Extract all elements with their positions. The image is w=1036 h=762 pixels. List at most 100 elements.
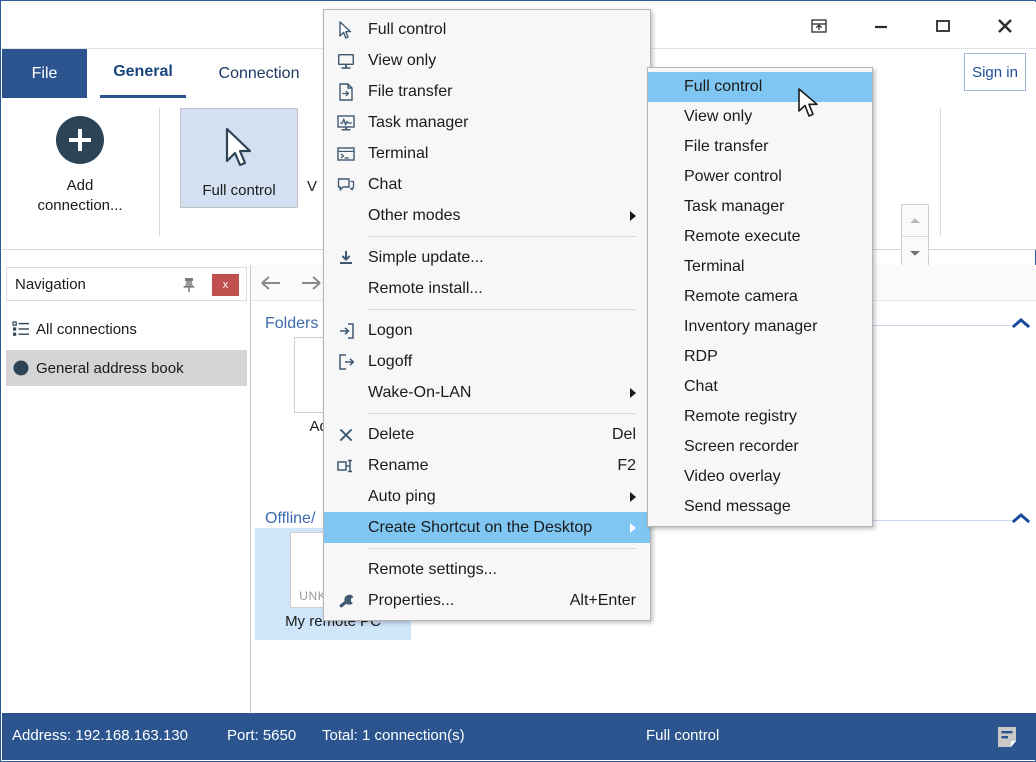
submenu-item-video-overlay-label: Video overlay: [684, 468, 781, 485]
menu-item-task-manager[interactable]: Task manager: [324, 107, 650, 138]
context-menu: Full control View only File transfer Tas…: [323, 9, 651, 621]
submenu-item-file-transfer[interactable]: File transfer: [648, 132, 872, 162]
menu-item-file-transfer[interactable]: File transfer: [324, 76, 650, 107]
maximize-icon[interactable]: [912, 2, 974, 49]
tab-file[interactable]: File: [2, 49, 87, 98]
menu-item-remote-settings[interactable]: Remote settings...: [324, 554, 650, 585]
submenu-item-send-message-label: Send message: [684, 498, 791, 515]
sidebar-item-general-address-book[interactable]: General address book: [6, 350, 247, 386]
chat-icon: [324, 176, 368, 194]
menu-item-remote-install[interactable]: Remote install...: [324, 273, 650, 304]
logon-icon: [324, 322, 368, 340]
group-collapse-folders-icon[interactable]: [1011, 315, 1031, 331]
sign-in-button[interactable]: Sign in: [964, 53, 1026, 91]
menu-item-other-modes[interactable]: Other modes: [324, 200, 650, 231]
menu-item-wake-on-lan[interactable]: Wake-On-LAN: [324, 377, 650, 408]
submenu-item-video-overlay[interactable]: Video overlay: [648, 462, 872, 492]
ribbon-tile-full-control-label: Full control: [202, 182, 276, 199]
chevron-right-icon: [630, 491, 636, 502]
menu-item-logon[interactable]: Logon: [324, 315, 650, 346]
add-connection-label: Add connection...: [37, 176, 122, 216]
menu-item-rename[interactable]: Rename F2: [324, 450, 650, 481]
menu-item-simple-update[interactable]: Simple update...: [324, 242, 650, 273]
add-connection-button[interactable]: Add connection...: [20, 112, 140, 234]
menu-item-create-shortcut[interactable]: Create Shortcut on the Desktop: [324, 512, 650, 543]
navigation-close-label: x: [222, 279, 229, 291]
status-address: Address: 192.168.163.130: [12, 727, 188, 744]
submenu-item-chat-label: Chat: [684, 378, 718, 395]
cursor-icon: [324, 20, 368, 40]
menu-item-rename-shortcut: F2: [617, 456, 636, 474]
circle-icon: [6, 359, 36, 377]
menu-item-properties-label: Properties...: [368, 591, 455, 609]
submenu-item-rdp[interactable]: RDP: [648, 342, 872, 372]
submenu-item-screen-recorder[interactable]: Screen recorder: [648, 432, 872, 462]
menu-item-full-control[interactable]: Full control: [324, 14, 650, 45]
sign-in-label: Sign in: [972, 63, 1018, 81]
note-icon[interactable]: [993, 723, 1021, 751]
group-header-offline: Offline/: [265, 510, 316, 527]
submenu-item-file-transfer-label: File transfer: [684, 138, 769, 155]
menu-item-full-control-label: Full control: [368, 20, 447, 38]
navigation-title: Navigation: [15, 275, 86, 293]
submenu-item-full-control-label: Full control: [684, 78, 763, 95]
navigation-close-button[interactable]: x: [212, 274, 239, 296]
tab-connection-label: Connection: [218, 64, 300, 82]
tab-general[interactable]: General: [100, 49, 186, 98]
tab-connection[interactable]: Connection: [194, 49, 324, 98]
submenu-item-chat[interactable]: Chat: [648, 372, 872, 402]
group-header-folders: Folders: [265, 315, 319, 332]
menu-item-terminal[interactable]: Terminal: [324, 138, 650, 169]
menu-item-chat[interactable]: Chat: [324, 169, 650, 200]
submenu-item-task-manager[interactable]: Task manager: [648, 192, 872, 222]
ribbon-scroll-up-button[interactable]: [902, 205, 928, 237]
menu-item-properties-shortcut: Alt+Enter: [569, 591, 636, 609]
status-bar: Address: 192.168.163.130 Port: 5650 Tota…: [2, 713, 1036, 760]
rename-icon: [324, 457, 368, 475]
submenu-item-screen-recorder-label: Screen recorder: [684, 438, 799, 455]
ribbon-tile-full-control[interactable]: Full control: [180, 108, 298, 208]
chevron-right-icon: [630, 522, 636, 533]
x-icon: [324, 426, 368, 444]
sidebar-item-all-connections[interactable]: All connections: [6, 311, 247, 347]
ribbon-group-divider-1: [159, 108, 160, 236]
menu-item-simple-update-label: Simple update...: [368, 248, 484, 266]
context-submenu-create-shortcut: Full control View only File transfer Pow…: [647, 67, 873, 527]
submenu-item-remote-execute[interactable]: Remote execute: [648, 222, 872, 252]
submenu-item-full-control[interactable]: Full control: [648, 72, 872, 102]
logoff-icon: [324, 353, 368, 371]
menu-item-logoff[interactable]: Logoff: [324, 346, 650, 377]
submenu-item-remote-camera[interactable]: Remote camera: [648, 282, 872, 312]
download-icon: [324, 249, 368, 267]
submenu-item-view-only[interactable]: View only: [648, 102, 872, 132]
menu-item-delete[interactable]: Delete Del: [324, 419, 650, 450]
menu-item-properties[interactable]: Properties... Alt+Enter: [324, 585, 650, 616]
menu-separator: [368, 413, 636, 414]
pin-icon[interactable]: [178, 274, 200, 296]
submenu-item-rdp-label: RDP: [684, 348, 718, 365]
menu-item-logoff-label: Logoff: [368, 352, 413, 370]
submenu-item-inventory-manager[interactable]: Inventory manager: [648, 312, 872, 342]
menu-item-terminal-label: Terminal: [368, 144, 429, 162]
submenu-item-task-manager-label: Task manager: [684, 198, 785, 215]
terminal-icon: [324, 145, 368, 163]
submenu-item-send-message[interactable]: Send message: [648, 492, 872, 522]
application-window: File General Connection Sign in Add conn…: [0, 0, 1036, 762]
submenu-item-power-control[interactable]: Power control: [648, 162, 872, 192]
back-button[interactable]: [251, 265, 291, 301]
menu-item-logon-label: Logon: [368, 321, 413, 339]
submenu-item-remote-registry[interactable]: Remote registry: [648, 402, 872, 432]
group-collapse-offline-icon[interactable]: [1011, 510, 1031, 526]
menu-item-view-only[interactable]: View only: [324, 45, 650, 76]
sidebar-item-all-connections-label: All connections: [36, 320, 137, 338]
menu-separator: [368, 309, 636, 310]
list-icon: [6, 321, 36, 337]
restore-up-icon[interactable]: [788, 2, 850, 49]
submenu-item-terminal[interactable]: Terminal: [648, 252, 872, 282]
menu-item-delete-label: Delete: [368, 425, 415, 443]
close-icon[interactable]: [974, 2, 1036, 49]
submenu-item-view-only-label: View only: [684, 108, 753, 125]
menu-item-auto-ping[interactable]: Auto ping: [324, 481, 650, 512]
menu-item-remote-settings-label: Remote settings...: [368, 560, 497, 578]
minimize-icon[interactable]: [850, 2, 912, 49]
